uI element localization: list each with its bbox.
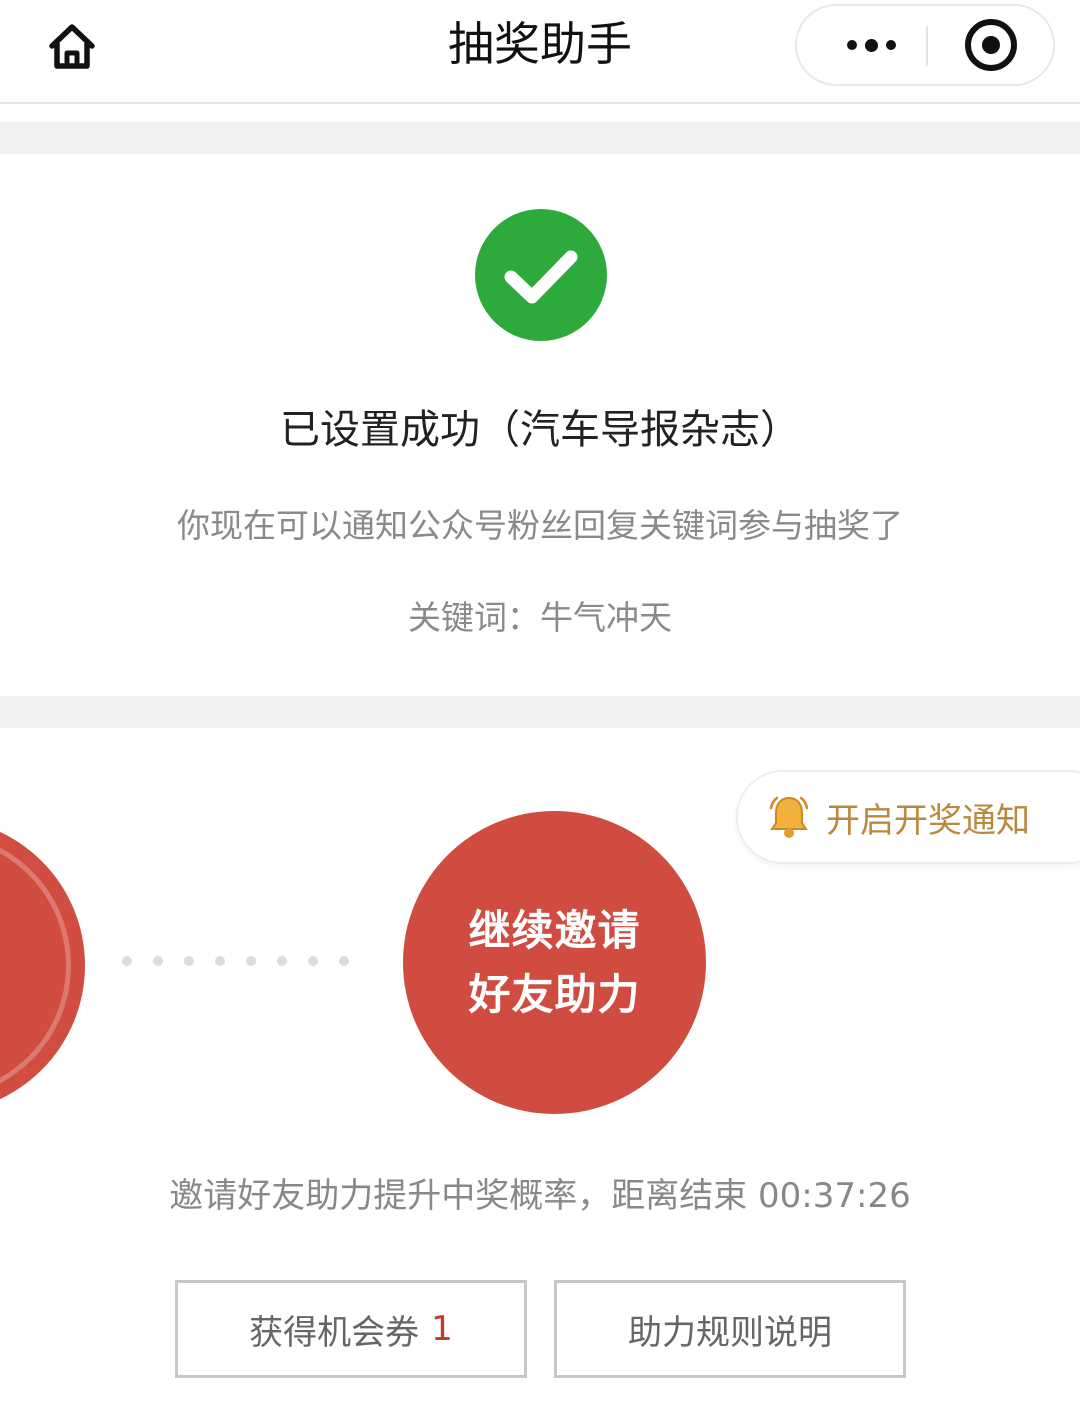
invite-section: 开启开奖通知 继续邀请 好友助力 邀请好友助力提升中奖概率，距离结束 00:37… [0,728,1080,1412]
keyword-text: 关键词：牛气冲天 [408,598,672,637]
success-description: 你现在可以通知公众号粉丝回复关键词参与抽奖了 [177,506,903,545]
invite-line-2: 好友助力 [468,969,641,1019]
invite-line-1: 继续邀请 [468,905,641,955]
notify-button[interactable]: 开启开奖通知 [736,770,1080,864]
target-close-icon[interactable] [965,19,1017,71]
tickets-label: 获得机会券 [249,1312,420,1353]
home-icon [49,24,95,69]
mini-program-capsule [795,4,1055,86]
success-title: 已设置成功（汽车导报杂志） [280,407,800,453]
circle-ring [0,832,71,1099]
check-circle-icon [475,209,607,341]
invite-friends-button[interactable]: 继续邀请 好友助力 [403,811,706,1114]
previous-step-circle [0,818,85,1113]
section-divider [0,122,1080,154]
tickets-count: 1 [431,1309,453,1349]
notify-label: 开启开奖通知 [826,800,1030,841]
navbar: 抽奖助手 [0,0,1080,104]
rules-button[interactable]: 助力规则说明 [554,1280,906,1378]
capsule-divider [926,26,928,66]
bell-icon [769,796,809,838]
home-button[interactable] [44,18,100,74]
countdown-text: 邀请好友助力提升中奖概率，距离结束 00:37:26 [169,1176,911,1216]
rules-label: 助力规则说明 [628,1312,832,1353]
more-dots-icon[interactable] [819,6,923,84]
tickets-button[interactable]: 获得机会券 1 [175,1280,527,1378]
progress-dots [122,956,382,970]
section-divider [0,696,1080,728]
success-card: 已设置成功（汽车导报杂志） 你现在可以通知公众号粉丝回复关键词参与抽奖了 关键词… [0,154,1080,696]
